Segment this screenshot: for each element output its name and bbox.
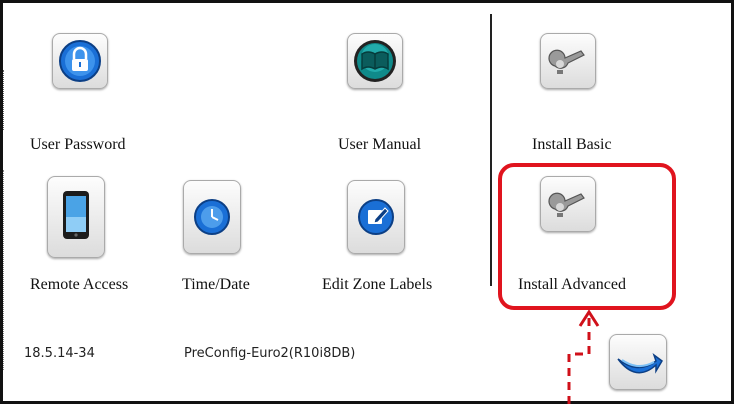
annotation-arrow [567,309,600,404]
